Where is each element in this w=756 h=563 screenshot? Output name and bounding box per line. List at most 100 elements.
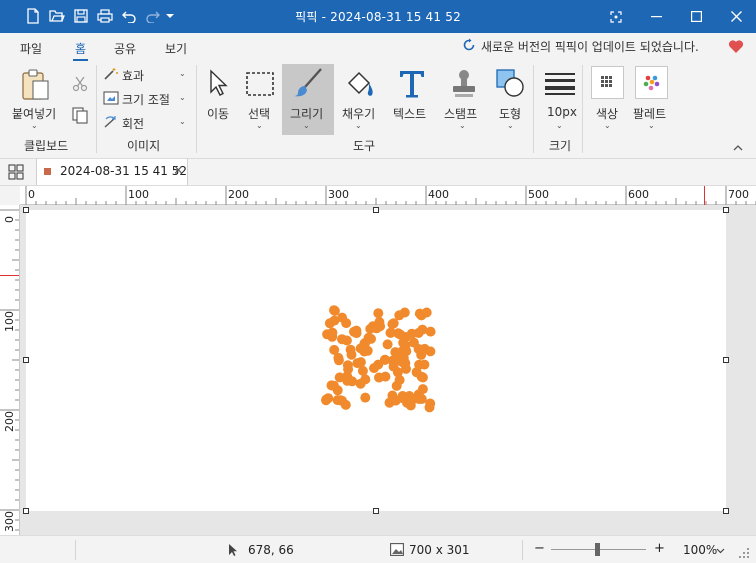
resize-handle-bottom-left[interactable] [23, 508, 29, 514]
paint-dot [374, 317, 385, 327]
horizontal-ruler: 0 100 200 300 400 500 600 700 [20, 185, 756, 205]
text-icon [398, 71, 426, 102]
select-chevron-icon[interactable]: ⌄ [256, 121, 263, 130]
copy-icon[interactable] [72, 107, 89, 127]
grid-view-icon[interactable] [8, 164, 24, 183]
resize-chevron-icon[interactable]: ⌄ [179, 93, 186, 102]
paint-dot [390, 347, 401, 358]
paint-dot [360, 374, 371, 385]
zoom-dropdown-icon[interactable] [716, 543, 725, 557]
paint-dot [414, 359, 425, 370]
tool-fill-button[interactable] [345, 69, 377, 102]
paint-dot [417, 324, 428, 335]
size-value-label[interactable]: 10px [547, 105, 577, 119]
heart-icon[interactable] [728, 39, 744, 57]
ribbon: 붙여넣기 ⌄ 클립보드 효과 ⌄ 크기 조절 ⌄ 회전 ⌄ 이미지 이동 선택 … [0, 61, 756, 158]
paint-dot [341, 318, 352, 329]
ruler-cursor-marker [0, 275, 19, 276]
resize-handle-left[interactable] [23, 357, 29, 363]
maximize-button[interactable] [676, 0, 716, 33]
zoom-level[interactable]: 100% [683, 543, 717, 557]
shape-icon [496, 69, 526, 102]
paint-dot [329, 305, 340, 316]
stamp-chevron-icon[interactable]: ⌄ [459, 121, 466, 130]
paint-dot [401, 363, 411, 374]
menu-bar: 파일 홈 공유 보기 새로운 버전의 픽픽이 업데이트 되었습니다. [0, 33, 756, 61]
resize-handle-right[interactable] [723, 357, 729, 363]
update-notice[interactable]: 새로운 버전의 픽픽이 업데이트 되었습니다. [462, 38, 699, 55]
palette-chevron-icon[interactable]: ⌄ [648, 121, 655, 130]
tab-file[interactable]: 파일 [20, 40, 42, 57]
resize-handle-top[interactable] [373, 207, 379, 213]
tool-stamp-label: 스탬프 [444, 107, 478, 121]
resize-handle-bottom-right[interactable] [723, 508, 729, 514]
effects-button[interactable]: 효과 [103, 67, 144, 84]
color-chevron-icon[interactable]: ⌄ [604, 121, 611, 130]
status-separator [75, 540, 76, 560]
effects-icon [103, 67, 119, 84]
vruler-tick-label: 300 [3, 511, 16, 532]
tab-share[interactable]: 공유 [114, 40, 136, 57]
tool-draw-button[interactable] [291, 67, 325, 102]
shape-chevron-icon[interactable]: ⌄ [507, 121, 514, 130]
tab-view[interactable]: 보기 [165, 40, 187, 57]
paint-dot [380, 371, 391, 382]
effects-chevron-icon[interactable]: ⌄ [179, 69, 186, 78]
rotate-chevron-icon[interactable]: ⌄ [179, 117, 186, 126]
size-chevron-icon[interactable]: ⌄ [556, 121, 563, 130]
tab-home[interactable]: 홈 [72, 40, 89, 61]
tool-move-button[interactable] [208, 69, 230, 100]
color-grid-icon[interactable] [591, 66, 624, 99]
cut-icon[interactable] [72, 76, 88, 95]
resize-label: 크기 조절 [122, 93, 170, 107]
tool-text-button[interactable] [398, 69, 426, 102]
zoom-in-button[interactable]: + [654, 541, 665, 556]
tool-shape-button[interactable] [496, 69, 526, 102]
paint-dot [323, 393, 334, 404]
screen-capture-icon[interactable] [596, 0, 636, 33]
line-width-icon[interactable] [545, 73, 575, 98]
paste-icon[interactable] [20, 69, 50, 104]
fill-chevron-icon[interactable]: ⌄ [355, 121, 362, 130]
resize-handle-top-right[interactable] [723, 207, 729, 213]
hruler-tick-label: 500 [528, 188, 549, 201]
status-bar: 678, 66 700 x 301 − + 100% [0, 535, 756, 563]
tools-group-label: 도구 [353, 139, 376, 153]
paint-dot [327, 327, 338, 338]
cursor-icon [228, 543, 238, 560]
tool-select-button[interactable] [245, 71, 275, 100]
orange-dot-cluster [321, 305, 436, 413]
cursor-position: 678, 66 [248, 543, 294, 557]
paint-dot [337, 395, 347, 406]
hruler-tick-label: 200 [228, 188, 249, 201]
canvas-workspace[interactable] [20, 205, 756, 535]
rotate-button[interactable]: 회전 [103, 115, 144, 132]
tool-stamp-button[interactable] [450, 69, 478, 102]
paint-dot [413, 344, 424, 354]
resize-handle-top-left[interactable] [23, 207, 29, 213]
document-tab[interactable]: 2024-08-31 15 41 52 × [36, 159, 188, 185]
brush-icon [291, 68, 325, 102]
zoom-slider-thumb[interactable] [595, 543, 600, 556]
document-tab-close-button[interactable]: × [173, 163, 184, 178]
close-button[interactable] [716, 0, 756, 33]
draw-chevron-icon[interactable]: ⌄ [303, 121, 310, 130]
image-group-label: 이미지 [127, 139, 161, 153]
zoom-out-button[interactable]: − [534, 541, 545, 556]
paint-dot [373, 308, 384, 319]
image-canvas[interactable] [26, 210, 726, 511]
paint-dot [382, 339, 393, 350]
tool-shape-label: 도형 [499, 107, 522, 121]
resize-grip-icon[interactable] [738, 547, 750, 562]
paste-button-label[interactable]: 붙여넣기 [12, 105, 56, 122]
palette-icon[interactable] [635, 66, 668, 99]
resize-handle-bottom[interactable] [373, 508, 379, 514]
paste-chevron-icon[interactable]: ⌄ [31, 121, 38, 130]
pointer-icon [208, 69, 230, 100]
resize-button[interactable]: 크기 조절 [103, 91, 170, 108]
minimize-button[interactable] [636, 0, 676, 33]
ribbon-separator [582, 65, 583, 153]
marquee-select-icon [245, 72, 275, 100]
collapse-ribbon-icon[interactable] [733, 140, 743, 154]
paint-dot [397, 393, 407, 403]
